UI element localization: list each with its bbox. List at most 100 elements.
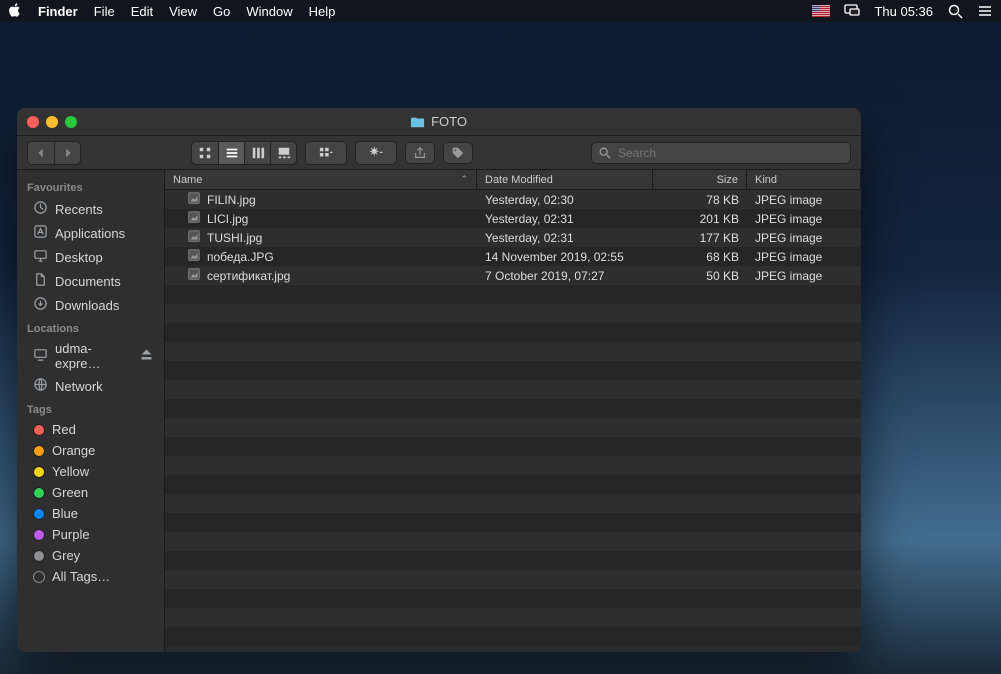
window-close-button[interactable] — [27, 116, 39, 128]
column-header-name[interactable]: Name⌃ — [165, 170, 477, 189]
notification-center-icon[interactable] — [977, 3, 993, 19]
file-kind: JPEG image — [747, 269, 861, 283]
file-row[interactable]: LICI.jpgYesterday, 02:31201 KBJPEG image — [165, 209, 861, 228]
column-header-kind[interactable]: Kind — [747, 170, 861, 189]
search-input[interactable] — [591, 142, 851, 164]
sidebar-item-label: Network — [55, 379, 103, 394]
sidebar-tag-yellow[interactable]: Yellow — [17, 461, 164, 482]
empty-row — [165, 608, 861, 627]
file-icon — [187, 229, 201, 246]
empty-row — [165, 494, 861, 513]
column-header-date[interactable]: Date Modified — [477, 170, 653, 189]
file-name: TUSHI.jpg — [207, 231, 262, 245]
display-menu-icon[interactable] — [844, 3, 860, 19]
sidebar-item-label: Purple — [52, 527, 90, 542]
sidebar-section-favourites: Favourites — [17, 176, 164, 197]
sidebar-tag-purple[interactable]: Purple — [17, 524, 164, 545]
menubar-clock[interactable]: Thu 05:36 — [874, 4, 933, 19]
file-list-area: Name⌃ Date Modified Size Kind FILIN.jpgY… — [165, 170, 861, 652]
sidebar-item-desktop[interactable]: Desktop — [17, 245, 164, 269]
search-icon — [598, 146, 612, 160]
eject-icon[interactable] — [139, 347, 154, 365]
column-headers: Name⌃ Date Modified Size Kind — [165, 170, 861, 190]
menu-window[interactable]: Window — [246, 4, 292, 19]
menu-help[interactable]: Help — [309, 4, 336, 19]
column-header-size[interactable]: Size — [653, 170, 747, 189]
window-minimize-button[interactable] — [46, 116, 58, 128]
tags-button[interactable] — [443, 142, 473, 164]
file-name: LICI.jpg — [207, 212, 248, 226]
tag-color-icon — [33, 424, 45, 436]
sidebar-item-label: Documents — [55, 274, 121, 289]
sidebar-tag-red[interactable]: Red — [17, 419, 164, 440]
sidebar-tag-blue[interactable]: Blue — [17, 503, 164, 524]
file-row[interactable]: сертификат.jpg7 October 2019, 07:2750 KB… — [165, 266, 861, 285]
apple-menu-icon[interactable] — [8, 3, 22, 20]
empty-row — [165, 570, 861, 589]
column-view-button[interactable] — [244, 142, 270, 164]
finder-window: FOTO Favourites RecentsA — [17, 108, 861, 652]
file-row[interactable]: TUSHI.jpgYesterday, 02:31177 KBJPEG imag… — [165, 228, 861, 247]
sidebar-item-label: All Tags… — [52, 569, 110, 584]
toolbar — [17, 136, 861, 170]
app-icon — [33, 224, 48, 242]
sidebar-item-label: udma-expre… — [55, 341, 132, 371]
titlebar[interactable]: FOTO — [17, 108, 861, 136]
share-button[interactable] — [405, 142, 435, 164]
file-kind: JPEG image — [747, 193, 861, 207]
empty-row — [165, 399, 861, 418]
network-icon — [33, 377, 48, 395]
sidebar-tag-orange[interactable]: Orange — [17, 440, 164, 461]
computer-icon — [33, 347, 48, 365]
nav-buttons — [27, 141, 81, 165]
sidebar-item-network[interactable]: Network — [17, 374, 164, 398]
sort-indicator-icon: ⌃ — [460, 174, 468, 185]
sidebar-item-recents[interactable]: Recents — [17, 197, 164, 221]
clock-icon — [33, 200, 48, 218]
spotlight-icon[interactable] — [947, 3, 963, 19]
sidebar-item-applications[interactable]: Applications — [17, 221, 164, 245]
tag-color-icon — [33, 508, 45, 520]
sidebar-item-downloads[interactable]: Downloads — [17, 293, 164, 317]
file-name: победа.JPG — [207, 250, 274, 264]
input-source-icon[interactable] — [812, 5, 830, 17]
window-zoom-button[interactable] — [65, 116, 77, 128]
group-by-button[interactable] — [306, 142, 346, 164]
file-size: 201 KB — [653, 212, 747, 226]
sidebar-tag-all-tags-[interactable]: All Tags… — [17, 566, 164, 587]
search-field[interactable] — [591, 142, 851, 164]
app-menu[interactable]: Finder — [38, 4, 78, 19]
menu-view[interactable]: View — [169, 4, 197, 19]
sidebar-tag-grey[interactable]: Grey — [17, 545, 164, 566]
empty-row — [165, 285, 861, 304]
file-row[interactable]: FILIN.jpgYesterday, 02:3078 KBJPEG image — [165, 190, 861, 209]
sidebar-tag-green[interactable]: Green — [17, 482, 164, 503]
empty-row — [165, 589, 861, 608]
gallery-view-button[interactable] — [270, 142, 296, 164]
forward-button[interactable] — [54, 142, 80, 164]
sidebar-item-udma-expre-[interactable]: udma-expre… — [17, 338, 164, 374]
empty-row — [165, 475, 861, 494]
tag-color-icon — [33, 529, 45, 541]
sidebar-item-label: Orange — [52, 443, 95, 458]
file-size: 78 KB — [653, 193, 747, 207]
file-icon — [187, 191, 201, 208]
back-button[interactable] — [28, 142, 54, 164]
empty-row — [165, 627, 861, 646]
icon-view-button[interactable] — [192, 142, 218, 164]
sidebar-item-documents[interactable]: Documents — [17, 269, 164, 293]
empty-row — [165, 380, 861, 399]
sidebar-item-label: Grey — [52, 548, 80, 563]
menu-file[interactable]: File — [94, 4, 115, 19]
file-row[interactable]: победа.JPG14 November 2019, 02:5568 KBJP… — [165, 247, 861, 266]
file-kind: JPEG image — [747, 231, 861, 245]
file-kind: JPEG image — [747, 250, 861, 264]
file-date: 14 November 2019, 02:55 — [477, 250, 653, 264]
empty-row — [165, 342, 861, 361]
list-view-button[interactable] — [218, 142, 244, 164]
menu-go[interactable]: Go — [213, 4, 230, 19]
menu-edit[interactable]: Edit — [131, 4, 153, 19]
empty-row — [165, 551, 861, 570]
action-menu-button[interactable] — [356, 142, 396, 164]
sidebar-item-label: Red — [52, 422, 76, 437]
